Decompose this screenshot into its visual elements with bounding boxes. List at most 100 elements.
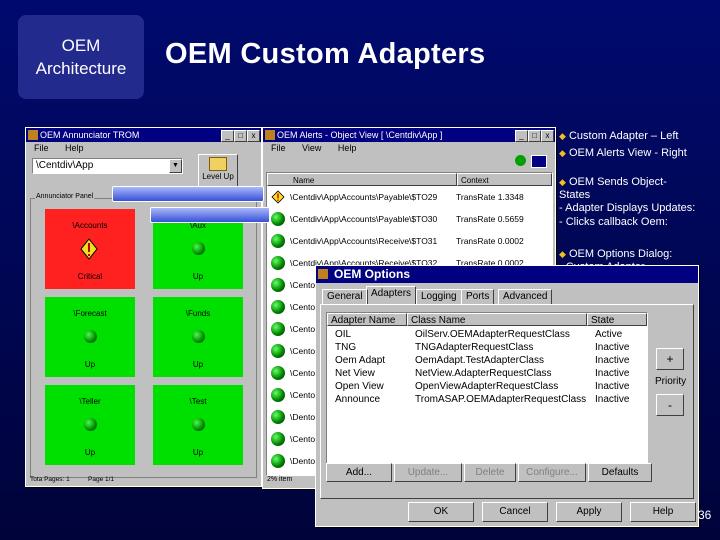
arrow-to-annunciator	[112, 186, 264, 202]
maximize-button[interactable]: □	[234, 130, 247, 142]
annunciator-title: OEM Annunciator TROM	[40, 130, 140, 140]
diamond-bullet-icon: ◆	[559, 249, 566, 259]
bullet-1-text: Custom Adapter – Left	[568, 130, 679, 142]
options-titlebar[interactable]: OEM Options	[316, 266, 698, 283]
configure-button[interactable]: Configure...	[518, 463, 586, 482]
alert-warning-icon	[271, 190, 285, 204]
panel-name: \Funds	[185, 309, 211, 318]
priority-down-button[interactable]: -	[656, 394, 684, 416]
minimize-button[interactable]: _	[515, 130, 528, 142]
annunciator-titlebar[interactable]: OEM Annunciator TROM _ □ x	[26, 128, 261, 142]
toolbar-view-icon[interactable]	[531, 155, 547, 168]
column-class-name[interactable]: Class Name	[407, 313, 587, 326]
menu-help[interactable]: Help	[65, 143, 84, 153]
panel-name: \Teller	[79, 397, 101, 406]
adapter-name: Net View	[335, 368, 375, 379]
alerts-toolbar	[513, 154, 551, 168]
column-adapter-name[interactable]: Adapter Name	[327, 313, 407, 326]
apply-button[interactable]: Apply	[556, 502, 622, 522]
adapter-row[interactable]: Net View NetView.AdapterRequestClass Inact…	[327, 368, 647, 381]
diamond-bullet-icon: ◆	[559, 177, 566, 187]
status-led-icon	[192, 418, 205, 431]
tab-ports[interactable]: Ports	[461, 289, 495, 305]
ok-button[interactable]: OK	[408, 502, 474, 522]
tab-logging[interactable]: Logging	[416, 289, 462, 305]
add-button[interactable]: Add...	[326, 463, 392, 482]
alert-path: \Centdiv\App\Accounts\Receive\$TO31	[290, 236, 438, 246]
adapter-row[interactable]: Open View OpenViewAdapterRequestClass Inac…	[327, 381, 647, 394]
bullet-2: ◆ OEM Alerts View - Right	[559, 147, 687, 160]
adapter-row[interactable]: TNG TNGAdapterRequestClass Inactive	[327, 342, 647, 355]
alerts-statusbar: 2% item	[267, 476, 292, 483]
status-led-icon	[271, 300, 285, 314]
menu-help[interactable]: Help	[338, 143, 357, 153]
panel-teller[interactable]: \Teller Up	[45, 385, 135, 465]
toolbar-led-icon[interactable]	[515, 155, 526, 166]
panel-forecast[interactable]: \Forecast Up	[45, 297, 135, 377]
menu-view[interactable]: View	[302, 143, 321, 153]
column-name-header[interactable]: Name	[267, 173, 457, 186]
adapter-row[interactable]: Announce TromASAP.OEMAdapterRequestClass I…	[327, 394, 647, 407]
status-led-icon	[271, 388, 285, 402]
alert-path: \Cento	[290, 434, 316, 444]
adapter-row[interactable]: OIL OilServ.OEMAdapterRequestClass Active	[327, 329, 647, 342]
alerts-status: 2% item	[267, 476, 293, 483]
architecture-line-2: Architecture	[35, 59, 127, 78]
status-led-icon	[271, 454, 285, 468]
status-led-icon	[271, 344, 285, 358]
maximize-button[interactable]: □	[528, 130, 541, 142]
panel-status: Up	[84, 360, 96, 369]
menu-file[interactable]: File	[271, 143, 286, 153]
chevron-down-icon[interactable]: ▼	[169, 159, 182, 173]
help-button[interactable]: Help	[630, 502, 696, 522]
delete-button[interactable]: Delete	[464, 463, 516, 482]
alert-path: \Cento	[290, 368, 316, 378]
status-led-icon	[271, 432, 285, 446]
app-icon	[265, 130, 275, 140]
column-state[interactable]: State	[587, 313, 647, 326]
panel-test[interactable]: \Test Up	[153, 385, 243, 465]
priority-up-button[interactable]: +	[656, 348, 684, 370]
tab-adapters[interactable]: Adapters	[366, 286, 417, 305]
alert-path: \Cento	[290, 390, 316, 400]
architecture-line-1: OEM	[61, 36, 101, 55]
panel-accounts[interactable]: \Accounts Critical	[45, 209, 135, 289]
defaults-button[interactable]: Defaults	[588, 463, 652, 482]
column-context-header[interactable]: Context	[457, 173, 552, 186]
adapter-class: OilServ.OEMAdapterRequestClass	[415, 329, 570, 340]
bullet-1: ◆ Custom Adapter – Left	[559, 130, 678, 143]
bullet-6-text: OEM Options Dialog:	[568, 248, 673, 260]
close-button[interactable]: x	[541, 130, 554, 142]
adapters-list[interactable]: Adapter Name Class Name State OIL OilServ…	[326, 312, 648, 464]
minimize-button[interactable]: _	[221, 130, 234, 142]
alerts-titlebar[interactable]: OEM Alerts - Object View [ \Centdiv\App …	[263, 128, 555, 142]
alerts-menubar: File View Help	[263, 142, 555, 155]
annunciator-window: OEM Annunciator TROM _ □ x File Help \Ce…	[25, 127, 262, 487]
adapter-name: Announce	[335, 394, 381, 405]
alert-path: \Cento	[290, 324, 316, 334]
alert-path: \Dento	[290, 412, 316, 422]
path-combobox[interactable]: \Centdiv\App ▼	[32, 158, 183, 174]
alert-warning-icon	[80, 238, 98, 260]
alert-path: \Cento	[290, 346, 316, 356]
cancel-button[interactable]: Cancel	[482, 502, 548, 522]
app-icon	[318, 269, 328, 279]
tab-general[interactable]: General	[322, 289, 368, 305]
update-button[interactable]: Update...	[394, 463, 462, 482]
adapter-state: Inactive	[595, 394, 630, 405]
page-number: 36	[698, 508, 712, 522]
column-context-label: Context	[461, 176, 489, 185]
panel-status: Up	[192, 272, 204, 281]
level-up-button[interactable]: Level Up	[198, 154, 238, 187]
panel-funds[interactable]: \Funds Up	[153, 297, 243, 377]
alert-context: TransRate 0.5659	[456, 214, 524, 224]
bullet-6: ◆ OEM Options Dialog:	[559, 248, 672, 261]
adapter-row[interactable]: Oem Adapt OemAdapt.TestAdapterClass Inacti…	[327, 355, 647, 368]
tab-advanced[interactable]: Advanced	[498, 289, 553, 305]
panel-name: \Accounts	[72, 221, 108, 230]
close-button[interactable]: x	[247, 130, 260, 142]
panel-name: \Test	[189, 397, 207, 406]
alert-path: \Cento	[290, 280, 316, 290]
menu-file[interactable]: File	[34, 143, 49, 153]
app-icon	[28, 130, 38, 140]
